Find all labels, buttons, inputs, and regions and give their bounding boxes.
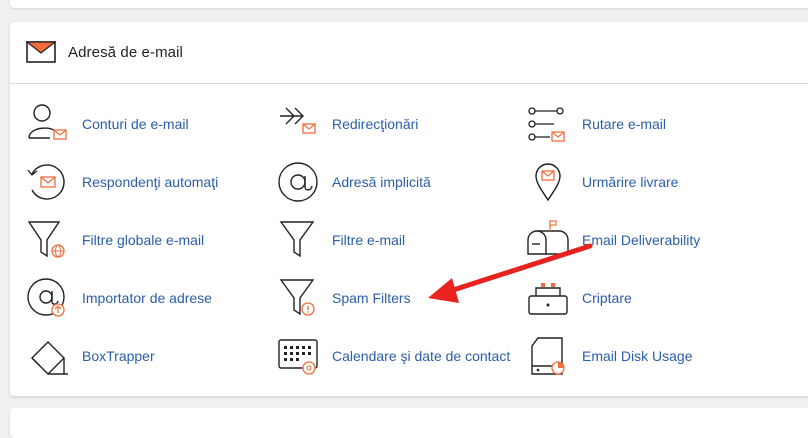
email-disk-usage-label: Email Disk Usage <box>582 348 693 364</box>
at-upload-icon <box>27 278 65 317</box>
calendars-contacts-label: Calendare şi date de contact <box>332 348 511 364</box>
funnel-globe-icon <box>27 221 65 258</box>
autoresponders-link[interactable]: Respondenţi automaţi <box>26 160 218 204</box>
encryption-label: Criptare <box>582 290 632 306</box>
address-importer-link[interactable]: Importator de adrese <box>26 276 212 320</box>
forward-icon <box>280 107 316 134</box>
location-pin-icon <box>535 163 561 202</box>
at-sign-icon <box>278 162 318 202</box>
next-section-card <box>10 408 808 438</box>
email-routing-label: Rutare e-mail <box>582 116 667 132</box>
global-email-filters-label: Filtre globale e-mail <box>82 232 205 248</box>
previous-section-card <box>10 0 808 8</box>
section-title: Adresă de e-mail <box>68 44 183 61</box>
disk-usage-icon <box>531 337 565 375</box>
funnel-alert-icon <box>279 279 315 316</box>
forwarders-link[interactable]: Redirecţionări <box>276 102 418 146</box>
track-delivery-link[interactable]: Urmărire livrare <box>526 160 678 204</box>
boxtrapper-link[interactable]: BoxTrapper <box>26 334 155 378</box>
email-deliverability-label: Email Deliverability <box>582 232 701 248</box>
lock-box-icon <box>528 283 568 315</box>
calendars-contacts-link[interactable]: Calendare şi date de contact <box>276 334 510 378</box>
mailbox-icon <box>527 220 569 255</box>
email-filters-link[interactable]: Filtre e-mail <box>276 218 405 262</box>
autoresponders-label: Respondenţi automaţi <box>82 174 219 190</box>
autoresponder-icon <box>27 164 65 200</box>
user-mail-icon <box>28 104 67 140</box>
spam-filters-label: Spam Filters <box>332 290 411 306</box>
funnel-icon <box>279 221 315 258</box>
envelope-icon <box>26 41 56 63</box>
default-address-link[interactable]: Adresă implicită <box>276 160 431 204</box>
routing-icon <box>528 107 565 142</box>
encryption-link[interactable]: Criptare <box>526 276 632 320</box>
email-section-card: Adresă de e-mail Conturi de e-mail Redir… <box>10 22 808 396</box>
email-disk-usage-link[interactable]: Email Disk Usage <box>526 334 692 378</box>
email-filters-label: Filtre e-mail <box>332 232 406 248</box>
default-address-label: Adresă implicită <box>332 174 431 190</box>
track-delivery-label: Urmărire livrare <box>582 174 679 190</box>
forwarders-label: Redirecţionări <box>332 116 419 132</box>
email-accounts-label: Conturi de e-mail <box>82 116 189 132</box>
email-accounts-link[interactable]: Conturi de e-mail <box>26 102 189 146</box>
section-header: Adresă de e-mail <box>10 22 808 84</box>
email-routing-link[interactable]: Rutare e-mail <box>526 102 666 146</box>
boxtrapper-label: BoxTrapper <box>82 348 155 364</box>
box-trap-icon <box>31 341 68 375</box>
global-email-filters-link[interactable]: Filtre globale e-mail <box>26 218 204 262</box>
email-deliverability-link[interactable]: Email Deliverability <box>526 218 700 262</box>
address-importer-label: Importator de adrese <box>82 290 212 306</box>
calendar-icon <box>278 339 318 375</box>
spam-filters-link[interactable]: Spam Filters <box>276 276 411 320</box>
